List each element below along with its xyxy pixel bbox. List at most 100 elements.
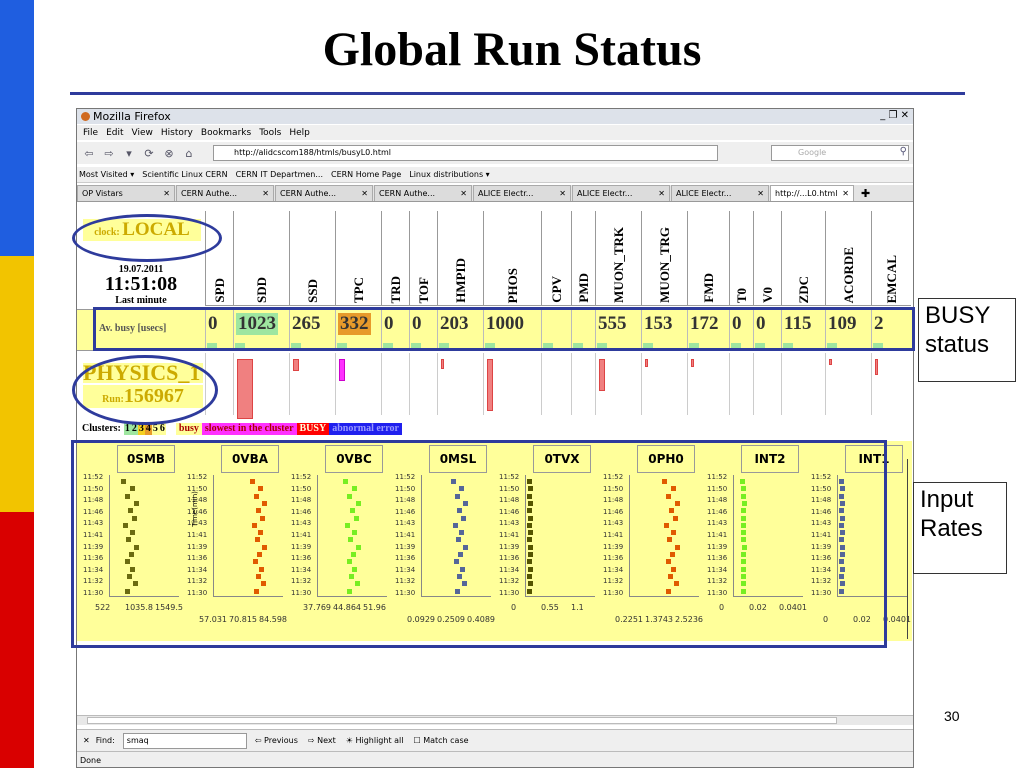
firefox-window: Mozilla Firefox _ ❐ ✕ File Edit View His… (76, 108, 914, 768)
clock-highlight-oval (72, 214, 222, 262)
tab-alice-1[interactable]: ALICE Electr... ✕ (473, 185, 571, 201)
close-icon[interactable]: ✕ (361, 189, 368, 198)
stop-icon[interactable]: ⊗ (161, 145, 177, 161)
rates-callout-line: Input (920, 486, 974, 513)
busy-callout-line: BUSY (925, 302, 991, 329)
input-rates-callout: Input Rates (913, 482, 1007, 574)
busy-fraction-bar (599, 359, 605, 391)
busy-fraction-bar (645, 359, 648, 367)
close-icon[interactable]: ✕ (460, 189, 467, 198)
menu-file[interactable]: File (83, 128, 98, 138)
dropdown-icon[interactable]: ▾ (121, 145, 137, 161)
find-previous-label: Previous (264, 736, 298, 745)
column-separator (483, 353, 484, 415)
bookmark-most-visited[interactable]: Most Visited ▾ (79, 170, 134, 179)
rates-callout-line: Rates (920, 515, 983, 542)
new-tab-icon[interactable]: ✚ (861, 187, 870, 200)
legend-c6: 6 (158, 423, 166, 435)
column-separator (437, 353, 438, 415)
column-separator (571, 353, 572, 415)
detector-name: TPC (350, 277, 366, 303)
menu-help[interactable]: Help (289, 128, 310, 138)
home-icon[interactable]: ⌂ (181, 145, 197, 161)
menu-bar: File Edit View History Bookmarks Tools H… (77, 125, 913, 140)
busy-fraction-bar (487, 359, 493, 411)
detector-name: EMCAL (883, 254, 899, 303)
column-separator (641, 353, 642, 415)
menu-view[interactable]: View (132, 128, 153, 138)
find-previous-button[interactable]: ⇦ Previous (255, 736, 298, 745)
find-input[interactable]: smaq (122, 732, 247, 749)
horizontal-scrollbar[interactable] (77, 715, 913, 725)
column-separator (233, 353, 234, 415)
search-input[interactable]: Google (771, 145, 909, 161)
bookmark-cern-home[interactable]: CERN Home Page (331, 170, 401, 179)
detector-header-v0: V0 (753, 211, 781, 306)
highlight-all-button[interactable]: ☀ Highlight all (346, 736, 404, 745)
run-highlight-oval (72, 355, 218, 425)
busy-fraction-bar (441, 359, 444, 369)
close-icon[interactable]: ✕ (658, 189, 665, 198)
detector-name: FMD (700, 273, 716, 303)
bookmark-sl-cern[interactable]: Scientific Linux CERN (142, 170, 227, 179)
detector-header-hmpid: HMPID (437, 211, 483, 306)
column-separator (595, 353, 596, 415)
scrollbar-thumb[interactable] (87, 717, 837, 724)
tab-label: OP Vistars (82, 189, 123, 198)
tab-alice-3[interactable]: ALICE Electr... ✕ (671, 185, 769, 201)
tab-cern-auth-2[interactable]: CERN Authe... ✕ (275, 185, 373, 201)
detector-header-phos: PHOS (483, 211, 541, 306)
detector-name: SSD (304, 279, 320, 303)
busy-fraction-bar (691, 359, 694, 367)
bookmark-cern-it[interactable]: CERN IT Departmen... (236, 170, 323, 179)
column-separator (687, 353, 688, 415)
tab-op-vistars[interactable]: OP Vistars ✕ (77, 185, 175, 201)
detector-header-tof: TOF (409, 211, 437, 306)
close-icon[interactable]: ✕ (83, 736, 90, 745)
detector-header-t0: T0 (729, 211, 753, 306)
tab-label: CERN Authe... (280, 189, 337, 198)
tab-cern-auth-3[interactable]: CERN Authe... ✕ (374, 185, 472, 201)
status-text: Done (80, 755, 102, 765)
forward-arrow-icon[interactable]: ⇨ (101, 145, 117, 161)
tab-alice-2[interactable]: ALICE Electr... ✕ (572, 185, 670, 201)
window-buttons[interactable]: _ ❐ ✕ (880, 110, 909, 121)
detector-name: PHOS (504, 267, 520, 303)
menu-edit[interactable]: Edit (106, 128, 123, 138)
close-icon[interactable]: ✕ (559, 189, 566, 198)
bookmark-linux[interactable]: Linux distributions ▾ (409, 170, 489, 179)
reload-icon[interactable]: ⟳ (141, 145, 157, 161)
back-arrow-icon[interactable]: ⇦ (81, 145, 97, 161)
menu-tools[interactable]: Tools (259, 128, 281, 138)
match-case-checkbox[interactable]: ☐ Match case (413, 736, 468, 745)
detector-name: HMPID (452, 258, 468, 303)
menu-history[interactable]: History (161, 128, 193, 138)
tab-strip: OP Vistars ✕ CERN Authe... ✕ CERN Authe...… (77, 185, 913, 202)
busy-fraction-bar (237, 359, 253, 419)
close-icon[interactable]: ✕ (757, 189, 764, 198)
detector-header-fmd: FMD (687, 211, 729, 306)
detector-header-trd: TRD (381, 211, 409, 306)
busy-status-callout: BUSY status (918, 298, 1016, 382)
find-next-button[interactable]: ⇨ Next (308, 736, 336, 745)
url-input[interactable]: http://alidcscom188/htmls/busyL0.html (213, 145, 718, 161)
find-next-label: Next (317, 736, 336, 745)
side-bar-yellow (0, 256, 34, 512)
window-titlebar: Mozilla Firefox _ ❐ ✕ (77, 109, 913, 124)
search-icon[interactable]: ⚲ (900, 146, 907, 157)
close-icon[interactable]: ✕ (262, 189, 269, 198)
close-icon[interactable]: ✕ (163, 189, 170, 198)
close-icon[interactable]: ✕ (842, 189, 849, 198)
column-separator (541, 353, 542, 415)
status-bar: Done (77, 751, 913, 767)
rates-highlight-rect (71, 440, 887, 648)
legend-BUSY: BUSY (296, 423, 330, 435)
busy-fraction-bar (293, 359, 299, 371)
detector-name: CPV (548, 276, 564, 303)
tab-busy-l0[interactable]: http://...L0.html ✕ (770, 185, 854, 201)
menu-bookmarks[interactable]: Bookmarks (201, 128, 251, 138)
column-separator (729, 353, 730, 415)
detector-name: SPD (211, 278, 227, 303)
tab-cern-auth-1[interactable]: CERN Authe... ✕ (176, 185, 274, 201)
legend-clusters: Clusters: (82, 423, 121, 434)
